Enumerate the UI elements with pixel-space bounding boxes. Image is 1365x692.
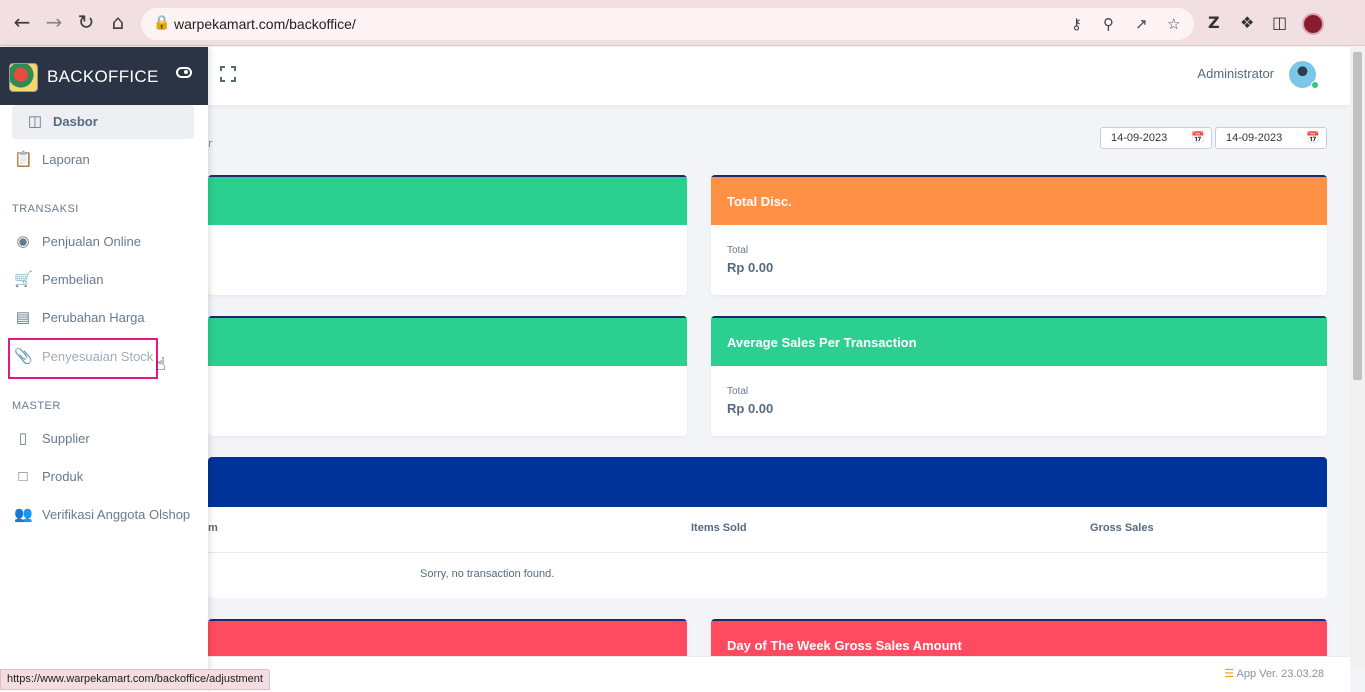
sidebar-toggle-icon[interactable] bbox=[176, 67, 192, 78]
zoom-icon[interactable]: ⚲ bbox=[1103, 15, 1114, 33]
column-header-item[interactable]: m bbox=[208, 522, 218, 534]
table-divider bbox=[208, 552, 1327, 553]
date-to-input[interactable]: 14-09-2023 📅 bbox=[1215, 127, 1327, 149]
sidebar-header: BACKOFFICE bbox=[0, 47, 208, 105]
app-version: ☰ App Ver. 23.03.28 bbox=[1224, 668, 1324, 680]
selection-highlight bbox=[8, 338, 158, 379]
user-name[interactable]: Administrator bbox=[1197, 66, 1274, 81]
card-green-2 bbox=[208, 316, 687, 436]
sidebar-item-produk[interactable]: □ Produk bbox=[0, 460, 208, 494]
home-icon[interactable]: ⌂ bbox=[106, 10, 130, 34]
section-header-transaksi: TRANSAKSI bbox=[12, 203, 79, 215]
sidebar-item-dasbor[interactable]: ◫ Dasbor bbox=[12, 105, 194, 139]
back-icon[interactable]: ← bbox=[10, 10, 34, 34]
address-bar[interactable]: 🔒 warpekamart.com/backoffice/ ⚷ ⚲ ↗ ☆ bbox=[141, 8, 1194, 40]
cart-icon: 🛒 bbox=[14, 271, 33, 288]
users-icon: 👥 bbox=[14, 506, 33, 523]
card-title: Average Sales Per Transaction bbox=[727, 335, 917, 350]
online-status-dot bbox=[1311, 81, 1319, 89]
sidebar-item-verifikasi-anggota[interactable]: 👥 Verifikasi Anggota Olshop bbox=[0, 498, 208, 532]
table-card-header bbox=[208, 457, 1327, 507]
card-title: Day of The Week Gross Sales Amount bbox=[727, 638, 962, 653]
brand-logo[interactable] bbox=[9, 63, 38, 92]
top-navbar: Administrator bbox=[208, 47, 1350, 105]
profile-avatar[interactable] bbox=[1302, 13, 1324, 35]
key-icon[interactable]: ⚷ bbox=[1071, 15, 1082, 33]
star-icon[interactable]: ☆ bbox=[1167, 15, 1180, 33]
sidebar-item-laporan[interactable]: 📋 Laporan bbox=[0, 143, 208, 177]
sidebar-item-pembelian[interactable]: 🛒 Pembelian bbox=[0, 263, 208, 297]
dashboard-icon: ◫ bbox=[27, 113, 43, 130]
puzzle-icon[interactable]: ❖ bbox=[1240, 13, 1254, 32]
empty-table-message: Sorry, no transaction found. bbox=[420, 568, 555, 580]
card-value: Rp 0.00 bbox=[727, 401, 774, 416]
fullscreen-icon[interactable] bbox=[220, 66, 236, 82]
card-green-1 bbox=[208, 175, 687, 295]
column-header-gross-sales[interactable]: Gross Sales bbox=[1090, 522, 1154, 534]
section-header-master: MASTER bbox=[12, 400, 61, 412]
book-icon: ▯ bbox=[18, 430, 28, 447]
sidebar-item-penjualan-online[interactable]: ◉ Penjualan Online bbox=[0, 225, 208, 259]
sales-table-card: m Items Sold Gross Sales Sorry, no trans… bbox=[208, 457, 1327, 598]
sidepanel-icon[interactable]: ◫ bbox=[1272, 13, 1287, 32]
broadcast-icon: ◉ bbox=[16, 233, 30, 250]
card-total-disc: Total Disc. Total Rp 0.00 bbox=[711, 175, 1327, 295]
card-label: Total bbox=[727, 386, 749, 397]
sidebar: BACKOFFICE ◫ Dasbor 📋 Laporan TRANSAKSI … bbox=[0, 47, 208, 692]
browser-toolbar: ← → ↻ ⌂ 🔒 warpekamart.com/backoffice/ ⚷ … bbox=[0, 0, 1365, 46]
column-header-items-sold[interactable]: Items Sold bbox=[691, 522, 747, 534]
lock-icon: 🔒 bbox=[153, 15, 171, 31]
calendar-icon: 📅 bbox=[1191, 132, 1205, 144]
hand-cursor-icon: ☝ bbox=[155, 354, 166, 375]
card-label: Total bbox=[727, 245, 749, 256]
forward-icon[interactable]: → bbox=[42, 10, 66, 34]
box-icon: □ bbox=[18, 468, 28, 485]
status-bar-link: https://www.warpekamart.com/backoffice/a… bbox=[0, 669, 270, 690]
clipboard-icon: 📋 bbox=[14, 151, 33, 168]
brand-name[interactable]: BACKOFFICE bbox=[47, 67, 159, 87]
share-icon[interactable]: ↗ bbox=[1135, 15, 1148, 33]
extension-z-icon[interactable]: Z bbox=[1208, 13, 1220, 32]
reload-icon[interactable]: ↻ bbox=[74, 10, 98, 34]
calendar-icon: 📅 bbox=[1306, 132, 1320, 144]
card-value: Rp 0.00 bbox=[727, 260, 774, 275]
layers-icon: ☰ bbox=[1224, 668, 1235, 680]
filter-label-fragment: r bbox=[208, 137, 213, 150]
card-title: Total Disc. bbox=[727, 194, 792, 209]
sidebar-item-supplier[interactable]: ▯ Supplier bbox=[0, 422, 208, 456]
scrollbar-thumb[interactable] bbox=[1353, 52, 1362, 380]
date-from-input[interactable]: 14-09-2023 📅 bbox=[1100, 127, 1212, 149]
card-average-sales: Average Sales Per Transaction Total Rp 0… bbox=[711, 316, 1327, 436]
calculator-icon: ▤ bbox=[15, 309, 31, 326]
url-text: warpekamart.com/backoffice/ bbox=[174, 16, 356, 32]
page-scrollbar[interactable] bbox=[1350, 47, 1365, 669]
sidebar-item-perubahan-harga[interactable]: ▤ Perubahan Harga bbox=[0, 301, 208, 335]
